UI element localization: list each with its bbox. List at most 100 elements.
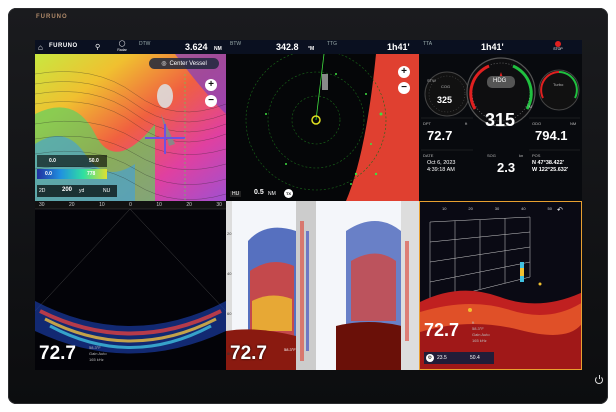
radar-pane[interactable]: + − HU 0.5 NM TX bbox=[226, 54, 419, 201]
sonar-tick: 10 bbox=[99, 202, 105, 208]
btw-label: BTW bbox=[230, 41, 242, 47]
threed-info-1: ft bbox=[472, 320, 475, 325]
dpt-value: 72.7 bbox=[427, 128, 453, 143]
dtw-value: 3.624 bbox=[185, 42, 208, 52]
threed-info-4: 165 kHz bbox=[472, 338, 487, 343]
sounder-pane[interactable]: 20 40 60 80 72.7 58.3°F bbox=[226, 201, 419, 370]
display-screen: ◎ Center Vessel + − 0.0 50.0 0.0 778 2D 2… bbox=[35, 40, 582, 370]
radar-zoom-out-button[interactable]: − bbox=[398, 82, 410, 94]
home-icon[interactable]: ⌂ bbox=[38, 43, 43, 52]
radar-zoom-in-button[interactable]: + bbox=[398, 66, 410, 78]
dtw-label: DTW bbox=[139, 41, 151, 47]
threed-bottom-bar: ⚙ 23.5 50.4 bbox=[424, 352, 494, 364]
stw-label: STW bbox=[427, 78, 436, 83]
threed-tick: 10 bbox=[442, 206, 447, 211]
radar-status-bar: HU 0.5 NM TX bbox=[228, 188, 308, 199]
tta-label: TTA bbox=[423, 41, 433, 47]
btw-unit: °M bbox=[308, 46, 315, 52]
ttg-label: TTG bbox=[327, 41, 337, 47]
target-icon: ◎ bbox=[161, 61, 167, 67]
power-ring-icon: ◯ bbox=[118, 41, 126, 47]
depth-value-2: 778 bbox=[87, 171, 96, 177]
sounder-depth: 72.7 bbox=[230, 343, 267, 364]
chart-zoom-out-button[interactable]: − bbox=[205, 95, 217, 107]
time-value: 4:39:18 AM bbox=[427, 167, 455, 173]
power-icon[interactable] bbox=[595, 375, 603, 384]
cog-value: 325 bbox=[437, 95, 453, 105]
sonar-tick: 30 bbox=[216, 202, 222, 208]
odo-value: 794.1 bbox=[535, 128, 568, 143]
sonar-info-3: 165 kHz bbox=[89, 357, 104, 362]
sonar-top-scale: 30 20 10 0 10 20 30 bbox=[35, 201, 226, 209]
btw-field: BTW 342.8 °M bbox=[228, 40, 323, 54]
location-pin-icon[interactable]: ⚲ bbox=[95, 43, 100, 51]
sonar-depth: 72.7 bbox=[39, 343, 76, 364]
threed-depth: 72.7 bbox=[424, 320, 460, 340]
radar-range: 0.5 bbox=[254, 189, 264, 196]
boat-speed: 50.4 bbox=[470, 355, 480, 361]
tta-field: TTA 1h41' bbox=[421, 40, 541, 54]
ttg-field: TTG 1h41' bbox=[325, 40, 419, 54]
cog-label: COG bbox=[441, 84, 451, 89]
furuno-logo: FURUNO bbox=[49, 43, 78, 49]
head-up-button[interactable]: HU bbox=[230, 191, 242, 197]
tta-value: 1h41' bbox=[481, 42, 504, 52]
north-up-button[interactable]: NU bbox=[103, 188, 110, 194]
threed-tick: 40 bbox=[521, 206, 526, 211]
sonar-tick: 30 bbox=[39, 202, 45, 208]
stop-button[interactable]: STOP bbox=[551, 41, 565, 53]
btw-value: 342.8 bbox=[276, 42, 299, 52]
top-status-bar: ⌂ FURUNO ⚲ ◯ Radar DTW 3.624 NM BTW 342.… bbox=[35, 40, 582, 54]
radar-button[interactable]: ◯ Radar bbox=[115, 41, 129, 53]
sonar-tick: 10 bbox=[156, 202, 162, 208]
transmit-button[interactable]: TX bbox=[284, 189, 293, 198]
odo-label: ODO bbox=[532, 121, 542, 126]
chart-scale-bar: 2D 200 yd NU bbox=[37, 185, 117, 197]
sonar-pane[interactable]: 30 20 10 0 10 20 30 72.7 58.3°F Gain Aut… bbox=[35, 201, 226, 370]
depth-legend: 0.0 50.0 bbox=[37, 155, 107, 167]
dtw-unit: NM bbox=[214, 46, 222, 52]
sonar-tick: 0 bbox=[129, 202, 132, 208]
sounder-tick: 20 bbox=[227, 231, 232, 236]
threed-sonar-pane[interactable]: 10 20 30 40 50 ↶ 72.7 ft 58.3°F Gain Aut… bbox=[419, 201, 582, 370]
threed-tick: 50 bbox=[547, 206, 552, 211]
date-value: Oct 6, 2023 bbox=[427, 160, 456, 166]
dtw-field: DTW 3.624 NM bbox=[137, 40, 226, 54]
undo-icon[interactable]: ↶ bbox=[557, 206, 563, 214]
scale-value: 200 bbox=[62, 187, 73, 193]
brand-logo: FURUNO bbox=[36, 14, 68, 20]
chart-pane[interactable]: ◎ Center Vessel + − 0.0 50.0 0.0 778 2D 2… bbox=[35, 54, 226, 201]
gauges-pane: COG 325 STW HDG 315 °M Turbo DPT ft 72.7… bbox=[419, 54, 582, 201]
sog-value: 2.3 bbox=[497, 160, 516, 175]
sonar-tick: 20 bbox=[186, 202, 192, 208]
scale-unit: yd bbox=[79, 188, 85, 194]
gear-icon[interactable]: ⚙ bbox=[426, 354, 434, 362]
depth-bar: 0.0 778 bbox=[37, 169, 107, 179]
radar-scope[interactable] bbox=[226, 54, 419, 201]
odo-unit: NM bbox=[570, 121, 577, 126]
sog-unit: kn bbox=[519, 153, 524, 158]
sog-label: SOG bbox=[487, 153, 496, 158]
latitude: N 47°38.422' bbox=[532, 160, 564, 166]
pos-label: POS bbox=[532, 153, 541, 158]
hdg-value: 315 bbox=[485, 110, 516, 130]
turbo-label: Turbo bbox=[553, 82, 564, 87]
hdg-label: HDG bbox=[493, 78, 507, 84]
threed-view[interactable] bbox=[420, 202, 582, 370]
center-vessel-button[interactable]: ◎ Center Vessel bbox=[149, 58, 219, 69]
sounder-tick: 60 bbox=[227, 311, 232, 316]
sonar-tick: 20 bbox=[69, 202, 75, 208]
depth-value: 0.0 bbox=[45, 171, 52, 177]
date-label: DATE bbox=[423, 153, 434, 158]
view-2d-button[interactable]: 2D bbox=[39, 188, 45, 194]
sounder-tick: 40 bbox=[227, 271, 232, 276]
threed-tick: 20 bbox=[468, 206, 473, 211]
chart-zoom-in-button[interactable]: + bbox=[205, 79, 217, 91]
sonar-info-2: Gain Auto bbox=[89, 351, 107, 356]
hdg-unit: °M bbox=[527, 104, 532, 109]
depth-min: 0.0 bbox=[49, 158, 56, 164]
threed-scale: 10 20 30 40 50 bbox=[442, 206, 552, 214]
threed-tick: 30 bbox=[494, 206, 500, 211]
threed-info-2: 58.3°F bbox=[472, 326, 484, 331]
sonar-info-1: 58.3°F bbox=[89, 345, 101, 350]
